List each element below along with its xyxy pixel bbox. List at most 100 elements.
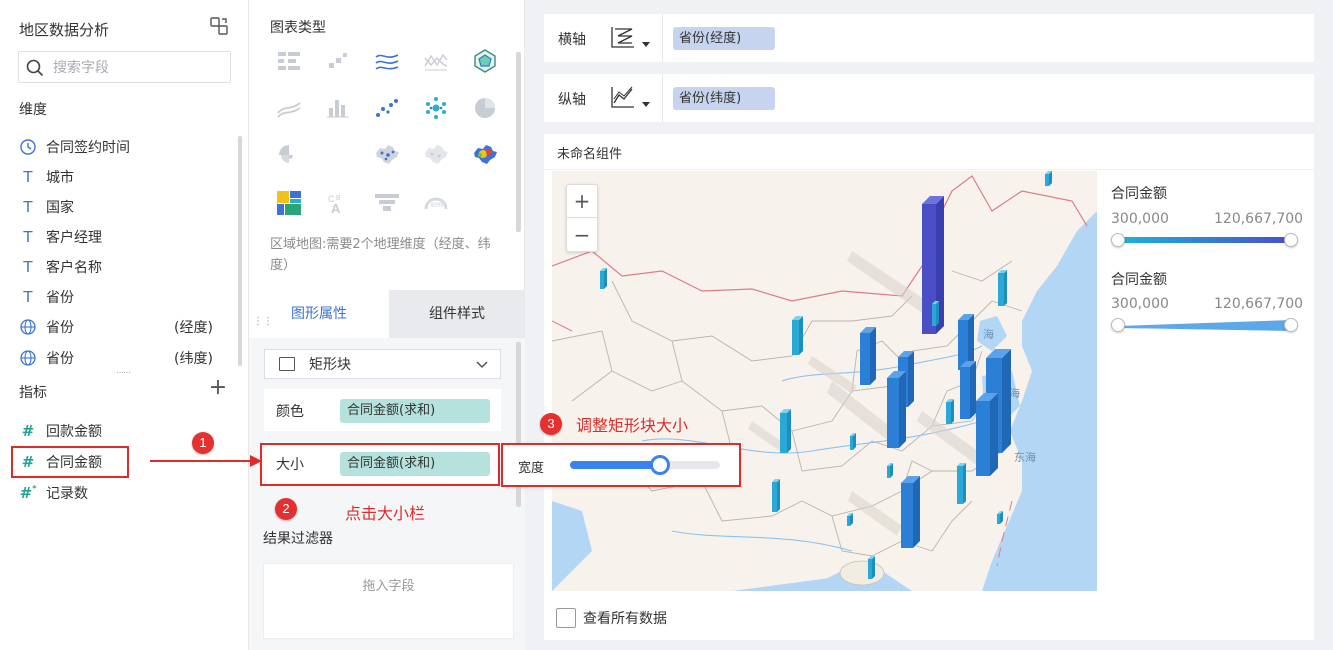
search-input[interactable] <box>53 58 223 78</box>
bar-front <box>780 413 787 453</box>
chart-type-point-icon[interactable] <box>370 91 404 125</box>
bar-side <box>787 409 791 453</box>
dimension-item[interactable]: T 国家 <box>18 196 228 218</box>
highlight-box <box>260 443 500 486</box>
chart-type-heat-map-icon[interactable] <box>468 138 502 172</box>
chart-type-treemap-icon[interactable] <box>272 186 306 220</box>
bar-side <box>1002 349 1011 453</box>
y-axis-row: 纵轴 省份(纬度) <box>544 74 1314 122</box>
chart-type-scrollbar[interactable] <box>516 52 521 232</box>
step-note-3: 调整矩形块大小 <box>576 416 689 435</box>
color-field-pill[interactable]: 合同金额(求和) <box>340 399 490 423</box>
view-all-data[interactable]: 查看所有数据 <box>556 608 667 628</box>
bar-side <box>936 301 939 326</box>
region-map[interactable]: 海 海 东海 <box>552 171 1097 591</box>
chart-type-point-map-icon[interactable] <box>370 138 404 172</box>
map-bar[interactable] <box>868 556 875 579</box>
zoom-out-button[interactable]: − <box>567 219 597 252</box>
step-badge-1: 1 <box>192 432 214 454</box>
map-bar[interactable] <box>1045 171 1052 186</box>
map-bar[interactable] <box>780 409 791 453</box>
dimension-item[interactable]: 合同签约时间 <box>18 136 228 158</box>
view-all-checkbox[interactable] <box>556 608 576 628</box>
component-title[interactable]: 未命名组件 <box>557 143 622 162</box>
separator <box>662 14 663 62</box>
field-panel: 地区数据分析 维度 合同签约时间 T 城市 T 国家 T 客户经理 T 客户名称… <box>0 0 248 650</box>
legend-min-handle[interactable] <box>1111 233 1125 247</box>
map-bar[interactable] <box>932 301 939 326</box>
chart-type-area-line-icon[interactable] <box>370 44 404 78</box>
dimension-label: 客户经理 <box>46 230 102 246</box>
chart-type-area-icon[interactable] <box>272 91 306 125</box>
y-axis-field-pill[interactable]: 省份(纬度) <box>673 87 775 110</box>
shape-select[interactable]: 矩形块 <box>264 349 501 379</box>
dimension-item[interactable]: T 省份 <box>18 286 228 308</box>
chart-type-bubble-icon[interactable] <box>419 91 453 125</box>
chart-type-pie-icon[interactable] <box>468 91 502 125</box>
resize-handle-icon[interactable]: ⋯⋯ <box>116 368 134 377</box>
map-bar[interactable] <box>600 268 607 289</box>
bar-side <box>990 393 998 476</box>
map-bar[interactable] <box>887 371 906 448</box>
dimension-item[interactable]: T 城市 <box>18 166 228 188</box>
chart-type-bar-icon[interactable] <box>321 91 355 125</box>
map-bar[interactable] <box>887 463 893 478</box>
x-axis-field-pill[interactable]: 省份(经度) <box>673 27 775 50</box>
chart-type-radar-icon[interactable] <box>468 44 502 78</box>
chart-type-grouped-table-icon[interactable] <box>272 44 306 78</box>
chart-type-gauge-icon[interactable]: 60% <box>419 186 453 220</box>
add-measure-icon[interactable]: + <box>208 377 228 399</box>
result-filter-title: 结果过滤器 <box>263 531 333 547</box>
dimension-sub: (纬度) <box>174 351 213 367</box>
dimension-label: 客户名称 <box>46 260 102 276</box>
chart-type-flow-map-icon[interactable] <box>419 138 453 172</box>
legend-max-handle[interactable] <box>1284 318 1298 332</box>
map-bar[interactable] <box>860 327 876 385</box>
drag-handle-icon[interactable]: ⋮⋮ <box>253 316 273 327</box>
chevron-down-icon[interactable] <box>642 42 650 47</box>
bar-side <box>870 327 876 385</box>
map-bar[interactable] <box>957 463 966 504</box>
globe-icon <box>18 319 38 335</box>
legend-min-handle[interactable] <box>1111 318 1125 332</box>
tab-graphic-properties[interactable]: 图形属性 <box>249 290 389 338</box>
axis-type-icon[interactable] <box>610 25 636 49</box>
map-bar[interactable] <box>960 361 976 419</box>
tab-component-style[interactable]: 组件样式 <box>389 290 525 338</box>
map-bar[interactable] <box>901 476 920 548</box>
chart-type-radar-line-icon[interactable] <box>419 44 453 78</box>
bar-front <box>998 273 1004 306</box>
map-bar[interactable] <box>976 393 998 476</box>
search-box[interactable] <box>18 51 231 83</box>
map-bar[interactable] <box>946 399 954 424</box>
filter-drop-zone[interactable]: 拖入字段 <box>263 563 514 639</box>
bar-side <box>951 399 954 424</box>
chart-type-scatter-icon[interactable] <box>321 44 355 78</box>
bar-side <box>899 371 906 448</box>
bar-front <box>932 304 936 326</box>
chart-type-funnel-icon[interactable] <box>370 186 404 220</box>
zoom-in-button[interactable]: + <box>567 185 597 218</box>
dimension-item[interactable]: 省份 (经度) <box>18 316 228 338</box>
switch-dataset-icon[interactable] <box>209 16 229 36</box>
legend-max-handle[interactable] <box>1284 233 1298 247</box>
dimension-item[interactable]: T 客户经理 <box>18 226 228 248</box>
dimension-label: 省份 <box>46 320 74 336</box>
measure-item[interactable]: # * 记录数 <box>18 482 228 504</box>
map-bar[interactable] <box>792 316 803 355</box>
dimension-scrollbar[interactable] <box>238 136 242 366</box>
map-label-east-sea: 东海 <box>1014 450 1036 464</box>
chart-type-word-cloud-icon[interactable]: CBA <box>321 186 355 220</box>
separator <box>544 169 1314 170</box>
map-bar[interactable] <box>998 270 1007 306</box>
axis-type-icon[interactable] <box>610 85 636 109</box>
dimension-item[interactable]: 省份 (纬度) <box>18 347 228 369</box>
chevron-down-icon[interactable] <box>642 102 650 107</box>
color-property-row[interactable]: 颜色 合同金额(求和) <box>264 389 501 431</box>
color-label: 颜色 <box>276 404 304 420</box>
step-badge-3: 3 <box>540 413 562 435</box>
map-bar[interactable] <box>850 433 856 450</box>
map-bar[interactable] <box>772 479 780 512</box>
dimension-item[interactable]: T 客户名称 <box>18 256 228 278</box>
chart-type-rose-icon[interactable] <box>272 138 306 172</box>
